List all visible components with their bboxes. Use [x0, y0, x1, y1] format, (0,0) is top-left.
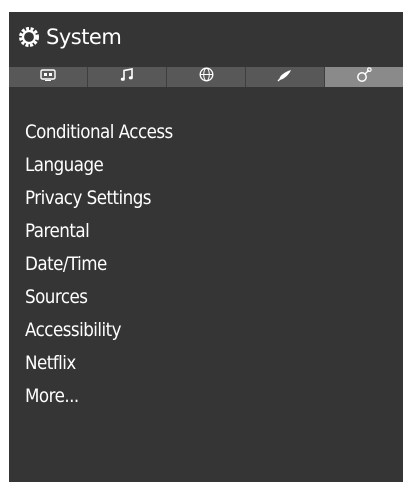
tab-sound[interactable]: [88, 67, 167, 87]
menu-item-privacy-settings[interactable]: Privacy Settings: [25, 182, 173, 215]
menu-item-date-time[interactable]: Date/Time: [25, 248, 173, 281]
menu-item-accessibility[interactable]: Accessibility: [25, 314, 173, 347]
tab-tv[interactable]: [9, 67, 88, 87]
tab-network[interactable]: [167, 67, 246, 87]
settings-menu: Conditional Access Language Privacy Sett…: [25, 116, 193, 413]
menu-item-language[interactable]: Language: [25, 149, 173, 182]
globe-icon: [199, 67, 214, 87]
settings-panel: System Conditional Access Language Priva…: [9, 12, 403, 482]
tab-system[interactable]: [325, 66, 403, 88]
menu-item-more[interactable]: More...: [25, 380, 173, 413]
top-edge-fragment: [0, 0, 403, 12]
tab-installation[interactable]: [246, 67, 325, 87]
title-bar: System: [9, 12, 403, 62]
menu-item-conditional-access[interactable]: Conditional Access: [25, 116, 173, 149]
category-tabs: [9, 66, 403, 88]
gear-icon: [18, 26, 40, 48]
music-note-icon: [120, 67, 134, 87]
tv-icon: [40, 68, 56, 86]
page-title: System: [46, 25, 122, 49]
menu-item-sources[interactable]: Sources: [25, 281, 173, 314]
menu-item-netflix[interactable]: Netflix: [25, 347, 173, 380]
menu-item-parental[interactable]: Parental: [25, 215, 173, 248]
system-settings-icon: [356, 66, 372, 88]
satellite-icon: [277, 68, 293, 87]
